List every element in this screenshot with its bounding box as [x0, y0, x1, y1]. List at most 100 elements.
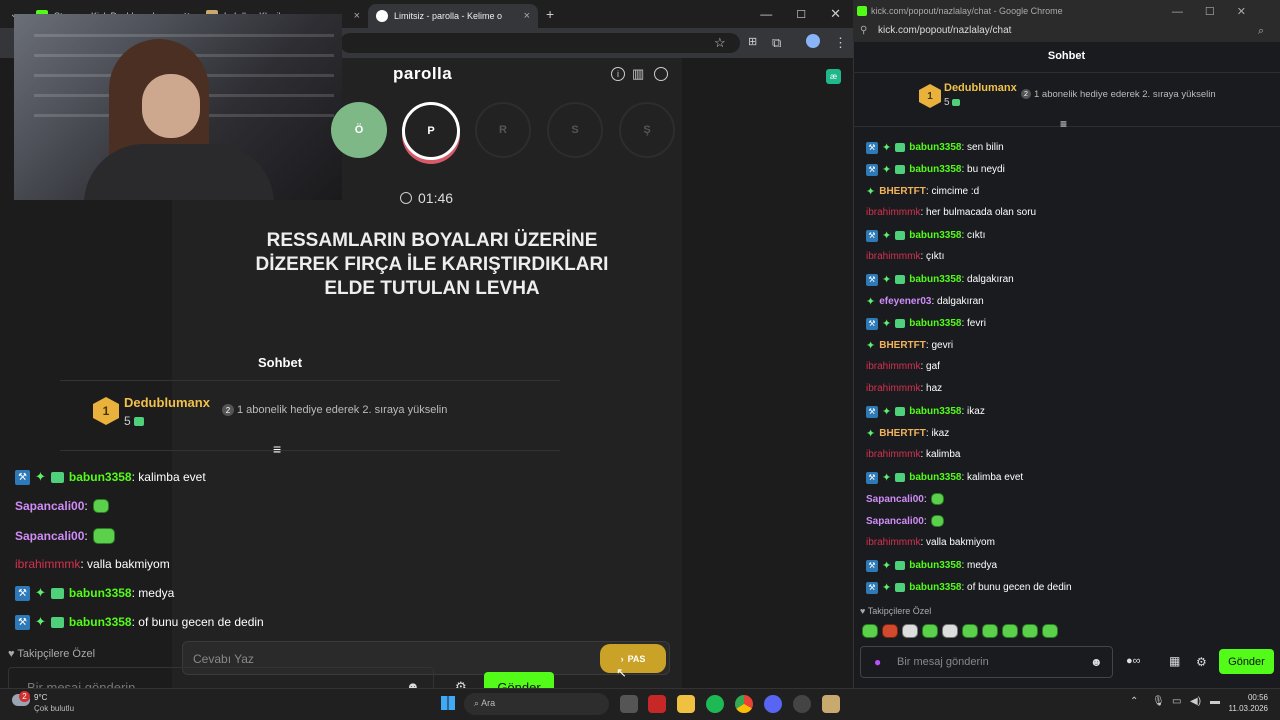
- discord-icon[interactable]: [764, 695, 782, 713]
- maximize-button[interactable]: ☐: [784, 8, 818, 21]
- send-button[interactable]: Gönder: [1219, 649, 1274, 674]
- letter-circle-correct: Ö: [331, 102, 387, 158]
- chat-username[interactable]: Sapancali00: [866, 516, 924, 527]
- chrome-icon[interactable]: [735, 695, 753, 713]
- new-tab-button[interactable]: +: [546, 6, 554, 22]
- extension-badge-icon[interactable]: æ: [826, 69, 841, 84]
- info-icon[interactable]: i: [611, 67, 625, 81]
- top-gifter-name[interactable]: Dedublumanx: [944, 82, 1017, 94]
- microphone-tray-icon[interactable]: 🎙: [1152, 696, 1165, 707]
- chat-username[interactable]: Sapancali00: [866, 494, 924, 505]
- menu-kebab-icon[interactable]: ⋮: [834, 35, 847, 51]
- task-view-icon[interactable]: [620, 695, 638, 713]
- chat-username[interactable]: Sapancali00: [15, 499, 84, 513]
- close-window-button[interactable]: ✕: [818, 6, 853, 22]
- top-gifter-name[interactable]: Dedublumanx: [124, 395, 210, 410]
- close-icon[interactable]: ×: [354, 10, 360, 22]
- channel-points-icon[interactable]: ●∞: [1126, 655, 1141, 667]
- chat-username[interactable]: babun3358: [69, 470, 132, 484]
- chat-username[interactable]: ibrahimmmk: [15, 557, 80, 571]
- battery-icon[interactable]: ▬: [1210, 696, 1220, 707]
- clock-date[interactable]: 11.03.2026: [1222, 704, 1268, 713]
- settings-gear-icon[interactable]: ⚙: [1196, 655, 1207, 669]
- site-info-icon[interactable]: ⚲: [860, 25, 867, 36]
- chat-username[interactable]: babun3358: [909, 560, 961, 571]
- chat-username[interactable]: babun3358: [909, 472, 961, 483]
- emote-icon[interactable]: [942, 624, 958, 638]
- address-bar[interactable]: [340, 33, 740, 53]
- followers-only-label: ♥ Takipçilere Özel: [8, 648, 95, 660]
- chat-username[interactable]: ibrahimmmk: [866, 449, 920, 460]
- chat-username[interactable]: babun3358: [909, 406, 961, 417]
- emote-icon[interactable]: [982, 624, 998, 638]
- file-explorer-icon[interactable]: [677, 695, 695, 713]
- star-badge-icon: ✦: [35, 585, 46, 600]
- chat-username[interactable]: BHERTFT: [879, 428, 926, 439]
- windows-start-icon[interactable]: [441, 696, 455, 710]
- store-icon[interactable]: ▦: [1169, 654, 1180, 668]
- chat-message: ⚒ ✦ babun3358: cıktı: [866, 229, 985, 242]
- emote-icon[interactable]: [1002, 624, 1018, 638]
- tray-chevron-icon[interactable]: ⌃: [1130, 696, 1138, 707]
- tab-parolla[interactable]: Limitsiz - parolla - Kelime o ×: [368, 4, 538, 28]
- app-icon[interactable]: [793, 695, 811, 713]
- clock-time[interactable]: 00:56: [1230, 693, 1268, 702]
- chat-username[interactable]: babun3358: [909, 318, 961, 329]
- zoom-icon[interactable]: ⌕: [1258, 25, 1264, 38]
- emote-icon[interactable]: [922, 624, 938, 638]
- gift-prompt: 21 abonelik hediye ederek 2. sıraya yüks…: [222, 404, 447, 417]
- emote-icon[interactable]: [902, 624, 918, 638]
- emote-icon[interactable]: [1022, 624, 1038, 638]
- chat-message: ⚒ ✦ babun3358: sen bilin: [866, 141, 1004, 154]
- gift-badge-icon: [895, 165, 906, 174]
- moderator-icon: ⚒: [866, 471, 878, 484]
- chat-username[interactable]: ibrahimmmk: [866, 251, 920, 262]
- emote-icon: [930, 515, 944, 527]
- chat-text: dalgakıran: [937, 296, 984, 307]
- chat-username[interactable]: babun3358: [909, 274, 961, 285]
- collapse-icon[interactable]: ≡: [1060, 117, 1067, 131]
- network-icon[interactable]: ▭: [1172, 696, 1181, 707]
- spotify-icon[interactable]: [706, 695, 724, 713]
- close-icon[interactable]: ×: [524, 10, 530, 22]
- chat-username[interactable]: Sapancali00: [15, 529, 84, 543]
- chat-username[interactable]: babun3358: [69, 615, 132, 629]
- app-icon[interactable]: [648, 695, 666, 713]
- minimize-button[interactable]: —: [748, 7, 784, 21]
- chat-username[interactable]: ibrahimmmk: [866, 537, 920, 548]
- profile-avatar[interactable]: [806, 34, 820, 48]
- chat-username[interactable]: BHERTFT: [879, 340, 926, 351]
- volume-icon[interactable]: ◀): [1190, 696, 1201, 707]
- cursor-icon: ↖: [616, 665, 627, 680]
- gift-badge-icon: [50, 616, 64, 628]
- chat-username[interactable]: babun3358: [909, 142, 961, 153]
- collapse-icon[interactable]: ≡: [273, 441, 281, 457]
- chat-username[interactable]: BHERTFT: [879, 186, 926, 197]
- pass-button[interactable]: › PAS: [600, 644, 666, 673]
- window-controls[interactable]: —☐✕: [1172, 5, 1268, 18]
- extensions-icon[interactable]: ⧉: [772, 35, 781, 51]
- taskbar-search[interactable]: ⌕ Ara: [464, 693, 609, 715]
- chat-username[interactable]: efeyener03: [879, 296, 931, 307]
- chat-username[interactable]: babun3358: [909, 582, 961, 593]
- emote-icon[interactable]: [962, 624, 978, 638]
- league-icon[interactable]: [822, 695, 840, 713]
- letter-circle: S: [547, 102, 603, 158]
- chat-username[interactable]: ibrahimmmk: [866, 361, 920, 372]
- profile-icon[interactable]: [654, 67, 668, 81]
- emote-icon[interactable]: [882, 624, 898, 638]
- chat-username[interactable]: babun3358: [909, 230, 961, 241]
- microphone-icon[interactable]: ●: [874, 655, 881, 669]
- emoji-icon[interactable]: ☻: [1090, 655, 1103, 669]
- url-bar[interactable]: kick.com/popout/nazlalay/chat: [853, 22, 1280, 42]
- message-input[interactable]: Bir mesaj gönderin: [860, 646, 1113, 678]
- stats-icon[interactable]: ▥: [632, 66, 644, 82]
- chat-username[interactable]: ibrahimmmk: [866, 207, 920, 218]
- chat-username[interactable]: babun3358: [69, 586, 132, 600]
- chat-username[interactable]: ibrahimmmk: [866, 383, 920, 394]
- emote-icon[interactable]: [1042, 624, 1058, 638]
- emote-icon[interactable]: [862, 624, 878, 638]
- translate-icon[interactable]: ⊞: [748, 35, 757, 48]
- bookmark-star-icon[interactable]: ☆: [714, 35, 726, 51]
- chat-username[interactable]: babun3358: [909, 164, 961, 175]
